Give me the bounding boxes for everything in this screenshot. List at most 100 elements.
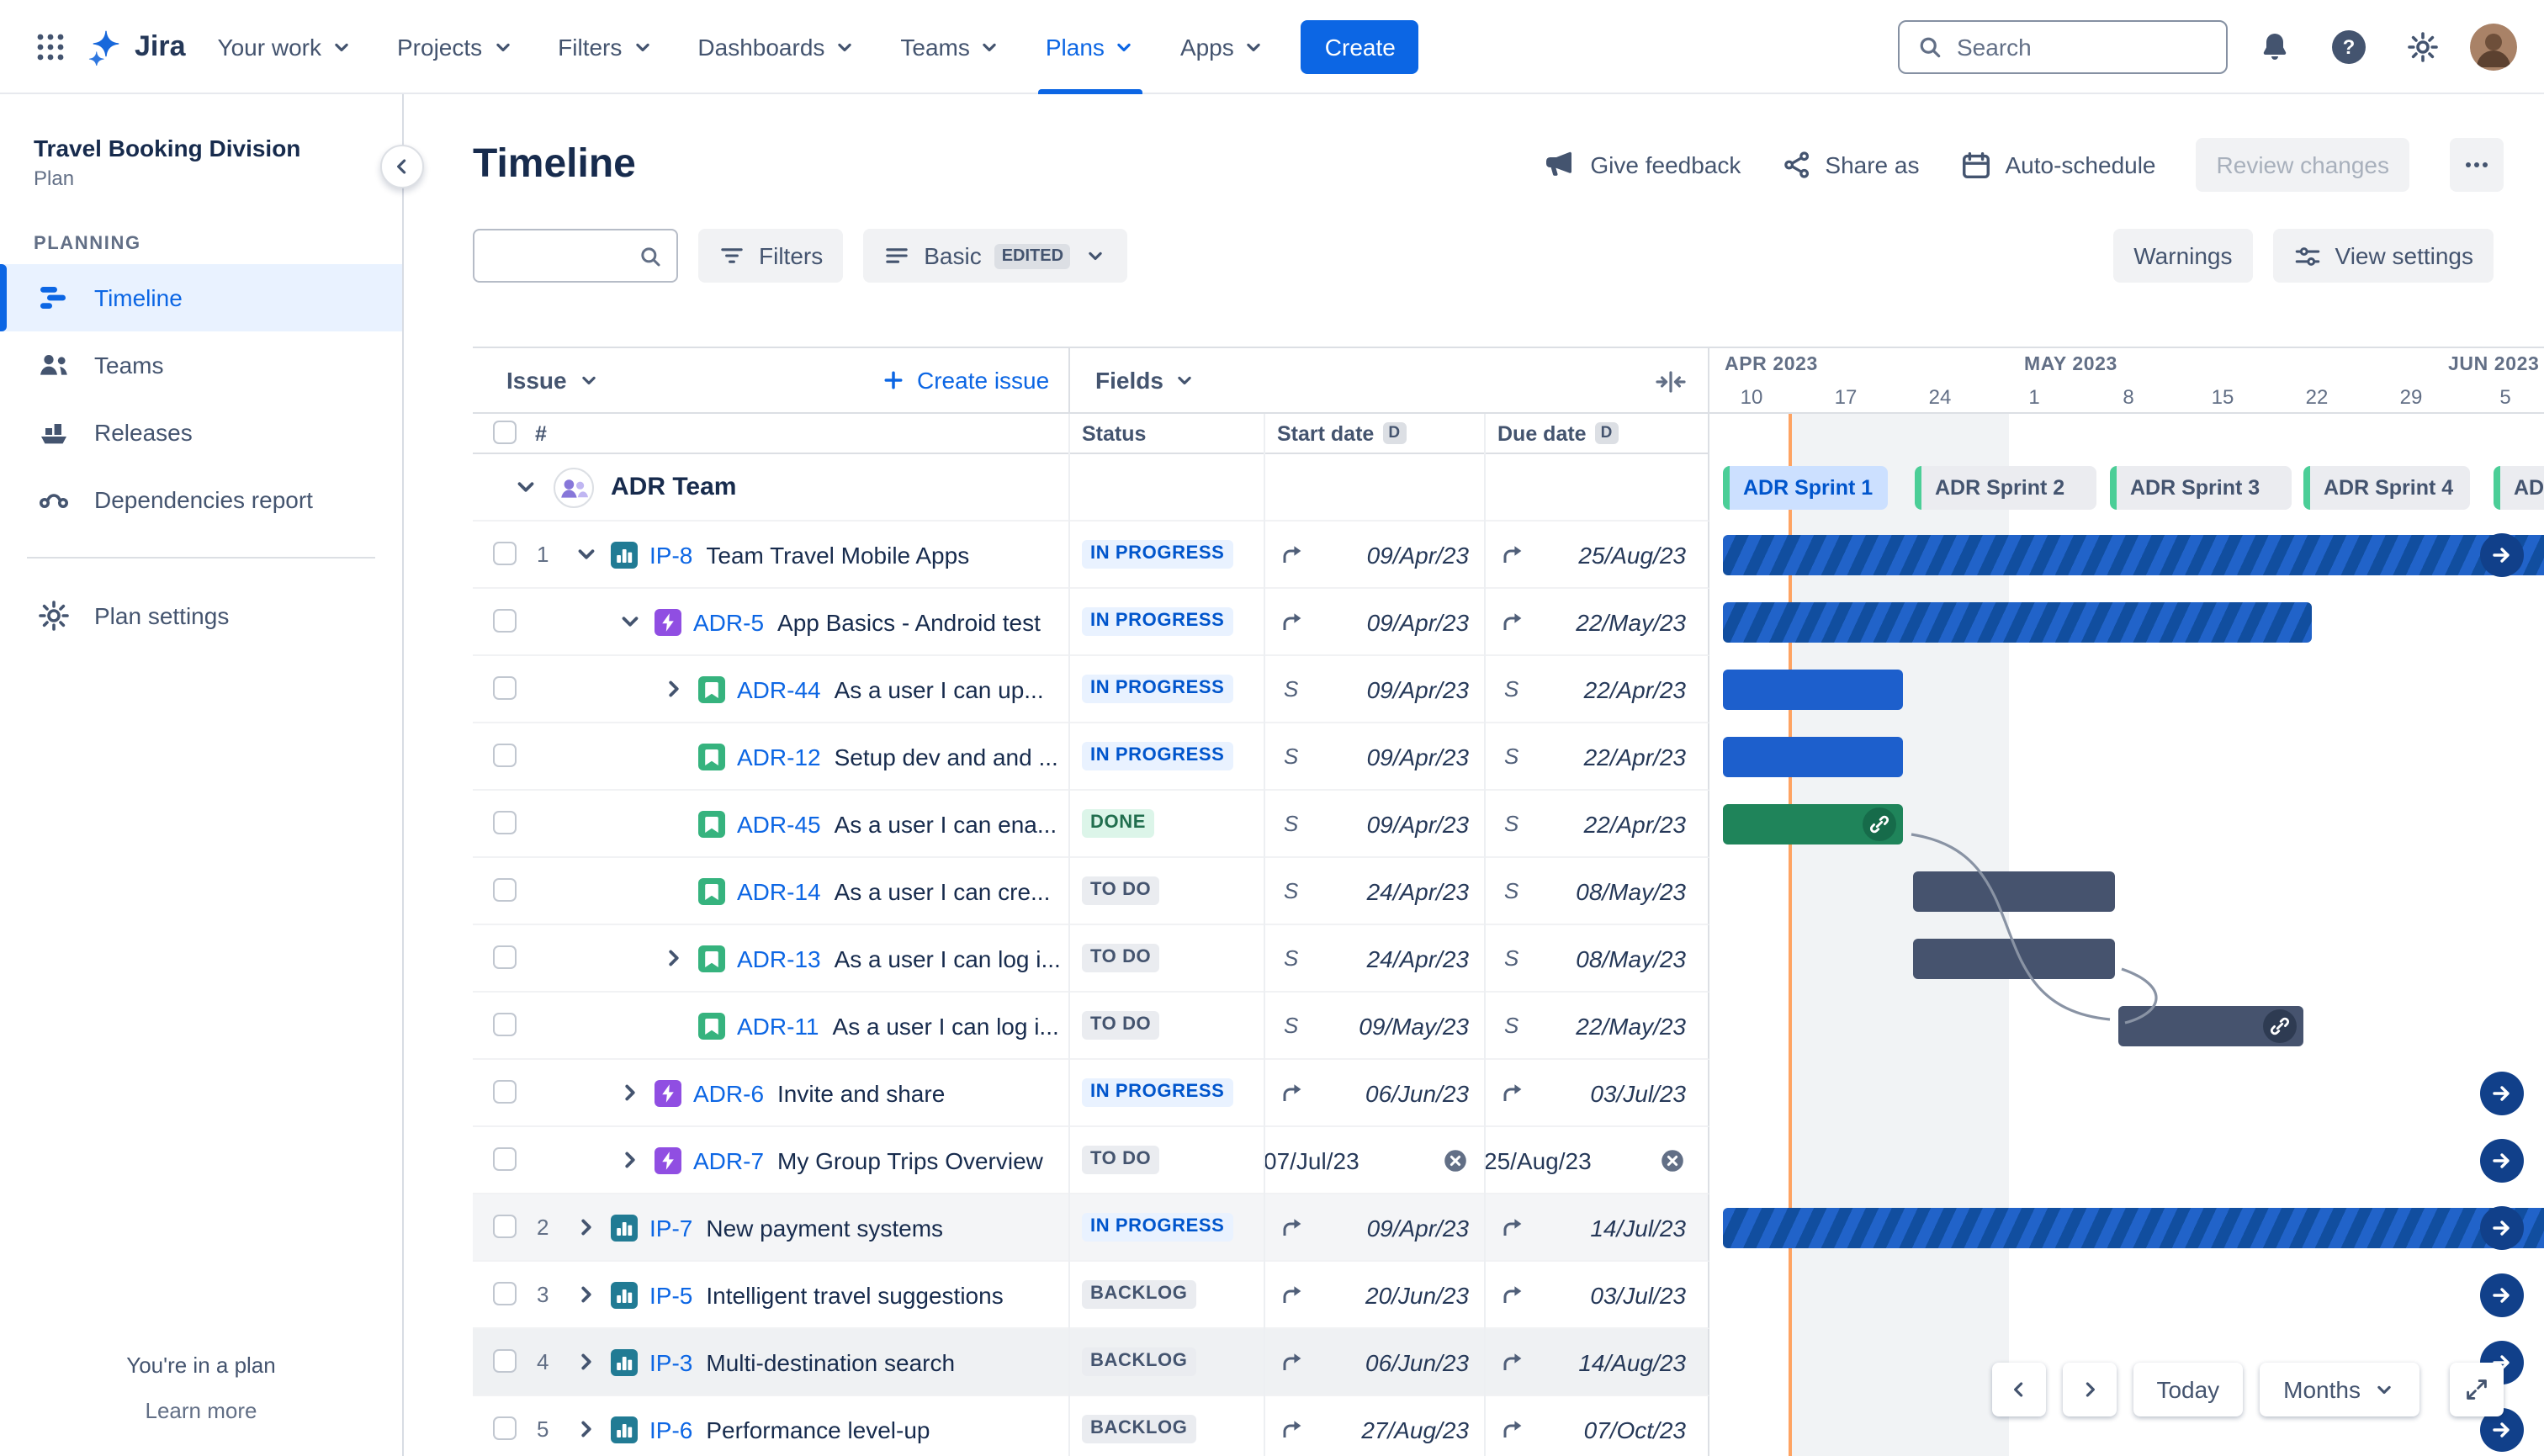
sidebar-item-timeline[interactable]: Timeline: [0, 264, 402, 331]
row-checkbox[interactable]: [493, 1282, 517, 1305]
auto-schedule-button[interactable]: Auto-schedule: [1960, 149, 2156, 181]
row-checkbox[interactable]: [493, 744, 517, 767]
user-avatar[interactable]: [2470, 23, 2517, 70]
issue-key-link[interactable]: ADR-45: [737, 810, 821, 837]
global-search-input[interactable]: [1957, 33, 2182, 60]
status-lozenge[interactable]: TO DO: [1082, 1011, 1160, 1040]
learn-more-link[interactable]: Learn more: [0, 1398, 402, 1423]
nav-item-your-work[interactable]: Your work: [203, 0, 369, 93]
issue-key-link[interactable]: IP-3: [649, 1348, 692, 1375]
chevron-right-icon[interactable]: [574, 1215, 611, 1240]
row-checkbox[interactable]: [493, 811, 517, 834]
issue-key-link[interactable]: ADR-11: [737, 1012, 819, 1039]
chevron-right-icon[interactable]: [661, 945, 698, 971]
fields-dropdown[interactable]: Fields: [1095, 348, 1197, 412]
row-checkbox[interactable]: [493, 1080, 517, 1104]
issue-key-link[interactable]: IP-7: [649, 1214, 692, 1241]
scroll-right-button[interactable]: [2062, 1363, 2117, 1416]
status-lozenge[interactable]: TO DO: [1082, 876, 1160, 905]
give-feedback-button[interactable]: Give feedback: [1543, 148, 1741, 182]
offscreen-bar-indicator[interactable]: [2480, 1206, 2524, 1250]
help-icon[interactable]: ?: [2322, 19, 2376, 73]
gantt-bar-adr-5[interactable]: [1723, 602, 2312, 643]
global-search[interactable]: [1898, 19, 2228, 73]
status-lozenge[interactable]: IN PROGRESS: [1082, 742, 1233, 770]
fullscreen-button[interactable]: [2450, 1363, 2504, 1416]
status-lozenge[interactable]: BACKLOG: [1082, 1347, 1196, 1376]
issue-key-link[interactable]: IP-6: [649, 1416, 692, 1443]
more-actions-button[interactable]: [2450, 138, 2504, 192]
status-lozenge[interactable]: IN PROGRESS: [1082, 540, 1233, 569]
row-checkbox[interactable]: [493, 945, 517, 969]
chevron-right-icon[interactable]: [574, 1416, 611, 1442]
row-checkbox[interactable]: [493, 676, 517, 700]
nav-item-apps[interactable]: Apps: [1165, 0, 1281, 93]
issue-key-link[interactable]: ADR-5: [693, 608, 764, 635]
nav-item-projects[interactable]: Projects: [382, 0, 529, 93]
chevron-down-icon[interactable]: [617, 609, 655, 634]
chevron-right-icon[interactable]: [574, 1349, 611, 1374]
gantt-bar-adr-44[interactable]: [1723, 670, 1903, 710]
filters-button[interactable]: Filters: [698, 229, 844, 283]
sprint-chip-adr-sprint-1[interactable]: ADR Sprint 1: [1723, 466, 1888, 510]
gantt-bar-ip-7[interactable]: [1723, 1208, 2544, 1248]
chevron-down-icon[interactable]: [513, 474, 550, 500]
status-lozenge[interactable]: TO DO: [1082, 944, 1160, 972]
row-checkbox[interactable]: [493, 542, 517, 565]
gantt-bar-adr-13[interactable]: [1913, 939, 2115, 979]
sprint-chip-adr-sprint-4[interactable]: ADR Sprint 4: [2303, 466, 2470, 510]
sprint-chip-adr-sprint-2[interactable]: ADR Sprint 2: [1915, 466, 2096, 510]
issue-key-link[interactable]: ADR-12: [737, 743, 821, 770]
issue-key-link[interactable]: ADR-7: [693, 1146, 764, 1173]
sidebar-item-dependencies-report[interactable]: Dependencies report: [0, 466, 402, 533]
row-checkbox[interactable]: [493, 1349, 517, 1373]
chevron-right-icon[interactable]: [617, 1147, 655, 1173]
settings-gear-icon[interactable]: [2396, 19, 2450, 73]
create-button[interactable]: Create: [1301, 19, 1419, 73]
sidebar-collapse-button[interactable]: [380, 145, 424, 188]
status-lozenge[interactable]: IN PROGRESS: [1082, 1078, 1233, 1107]
create-issue-button[interactable]: Create issue: [882, 348, 1049, 412]
issue-column-dropdown[interactable]: Issue: [506, 348, 601, 412]
zoom-level-dropdown[interactable]: Months: [2260, 1363, 2419, 1416]
status-lozenge[interactable]: IN PROGRESS: [1082, 1213, 1233, 1242]
nav-item-plans[interactable]: Plans: [1031, 0, 1152, 93]
review-changes-button[interactable]: Review changes: [2196, 138, 2409, 192]
row-checkbox[interactable]: [493, 1215, 517, 1238]
row-checkbox[interactable]: [493, 1013, 517, 1036]
clear-date-icon[interactable]: [1442, 1146, 1469, 1173]
select-all-checkbox[interactable]: [493, 421, 517, 444]
today-button[interactable]: Today: [2133, 1363, 2244, 1416]
chevron-right-icon[interactable]: [617, 1080, 655, 1105]
chevron-right-icon[interactable]: [661, 676, 698, 702]
sprint-chip-adr-sprint-3[interactable]: ADR Sprint 3: [2110, 466, 2292, 510]
nav-item-dashboards[interactable]: Dashboards: [682, 0, 872, 93]
scroll-left-button[interactable]: [1991, 1363, 2046, 1416]
issue-key-link[interactable]: ADR-44: [737, 675, 821, 702]
status-lozenge[interactable]: BACKLOG: [1082, 1280, 1196, 1309]
gantt-bar-adr-14[interactable]: [1913, 871, 2115, 912]
view-settings-button[interactable]: View settings: [2272, 229, 2494, 283]
row-checkbox[interactable]: [493, 1147, 517, 1171]
status-lozenge[interactable]: BACKLOG: [1082, 1415, 1196, 1443]
app-switcher-icon[interactable]: [24, 19, 77, 73]
notifications-icon[interactable]: [2248, 19, 2302, 73]
gantt-bar-adr-12[interactable]: [1723, 737, 1903, 777]
issue-key-link[interactable]: ADR-6: [693, 1079, 764, 1106]
issue-key-link[interactable]: ADR-13: [737, 945, 821, 972]
sidebar-item-plan-settings[interactable]: Plan settings: [0, 582, 402, 649]
nav-item-filters[interactable]: Filters: [543, 0, 669, 93]
status-lozenge[interactable]: TO DO: [1082, 1146, 1160, 1174]
sprint-chip-adr-sprint-5[interactable]: ADR Sprint 5: [2494, 466, 2544, 510]
gantt-bar-ip-8[interactable]: [1723, 535, 2544, 575]
issue-search-input[interactable]: [488, 242, 629, 269]
chevron-right-icon[interactable]: [574, 1282, 611, 1307]
sidebar-item-releases[interactable]: Releases: [0, 399, 402, 466]
status-lozenge[interactable]: IN PROGRESS: [1082, 675, 1233, 703]
offscreen-bar-indicator[interactable]: [2480, 1273, 2524, 1317]
collapse-fields-icon[interactable]: [1654, 365, 1688, 399]
clear-date-icon[interactable]: [1659, 1146, 1686, 1173]
status-lozenge[interactable]: DONE: [1082, 809, 1154, 838]
issue-key-link[interactable]: ADR-14: [737, 877, 821, 904]
nav-item-teams[interactable]: Teams: [885, 0, 1016, 93]
